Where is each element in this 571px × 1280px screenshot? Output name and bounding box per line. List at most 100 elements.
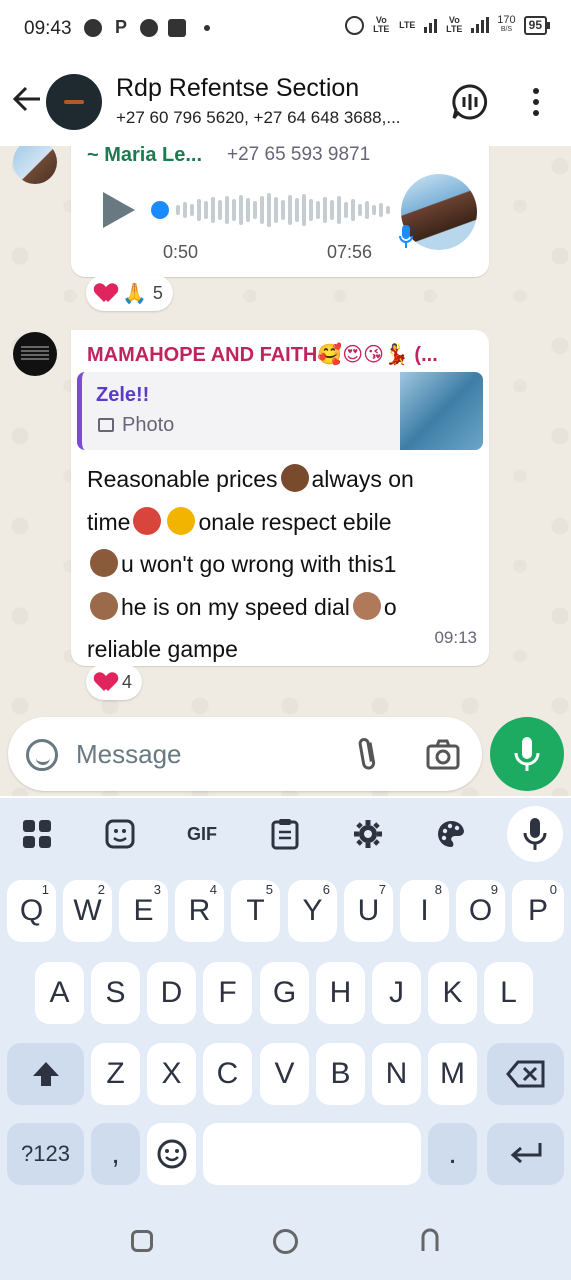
alarm-icon [345, 15, 365, 35]
more-options-icon[interactable] [524, 84, 548, 120]
sender-avatar-maria[interactable] [13, 146, 57, 184]
shift-arrow-icon [32, 1062, 59, 1086]
key-d[interactable]: D [147, 962, 196, 1024]
nav-back-icon[interactable] [419, 1227, 441, 1253]
keyboard: GIF Q1 W2 E3 R4 T5 Y6 U7 I8 O9 P0 A S D … [0, 798, 571, 1203]
key-q[interactable]: Q1 [7, 880, 56, 942]
pray-hands-icon [90, 549, 118, 577]
key-x[interactable]: X [147, 1043, 196, 1105]
chat-area[interactable]: ~ Maria Le... +27 65 593 9871 0:50 07:56… [0, 146, 571, 796]
reactions-badge[interactable]: 4 [86, 664, 143, 700]
camera-icon[interactable] [426, 737, 460, 771]
key-l[interactable]: L [484, 962, 533, 1024]
sticker-emoji-icon[interactable] [26, 739, 58, 771]
chat-title[interactable]: Rdp Refentse Section [116, 74, 359, 103]
clapping-hands-icon [352, 591, 381, 620]
sticker-icon[interactable] [98, 812, 142, 856]
back-arrow-icon[interactable] [10, 82, 44, 116]
clipboard-icon[interactable] [263, 812, 307, 856]
key-z[interactable]: Z [91, 1043, 140, 1105]
shift-key[interactable] [7, 1043, 84, 1105]
key-j[interactable]: J [372, 962, 421, 1024]
enter-key[interactable] [487, 1123, 564, 1185]
sender-avatar-mamahope[interactable] [13, 332, 57, 376]
key-e[interactable]: E3 [119, 880, 168, 942]
quoted-thumbnail [400, 372, 483, 450]
paperclip-icon[interactable] [354, 735, 382, 773]
volte-1-label: Vo LTE [373, 15, 390, 34]
key-s[interactable]: S [91, 962, 140, 1024]
key-n[interactable]: N [372, 1043, 421, 1105]
voice-message-bubble[interactable]: ~ Maria Le... +27 65 593 9871 0:50 07:56 [71, 146, 489, 277]
heart-icon [96, 673, 116, 691]
voice-chat-icon[interactable] [450, 82, 490, 122]
status-time: 09:43 [24, 18, 72, 39]
key-o[interactable]: O9 [456, 880, 505, 942]
emoji-key[interactable] [147, 1123, 196, 1185]
voice-duration: 07:56 [327, 242, 373, 262]
play-icon[interactable] [103, 192, 135, 228]
pray-icon: 🙏 [122, 282, 147, 305]
message-text: Reasonable prices always on time onale res… [87, 458, 479, 671]
chat-participants[interactable]: +27 60 796 5620, +27 64 648 3688,... [116, 108, 434, 128]
text-message-bubble[interactable]: MAMAHOPE AND FAITH🥰😍😘💃 (... Zele!! Photo… [71, 330, 489, 666]
home-icon[interactable] [273, 1229, 298, 1254]
battery-indicator: 95 [523, 15, 551, 35]
mic-badge-icon [399, 225, 413, 248]
key-w[interactable]: W2 [63, 880, 112, 942]
keyboard-mic-icon [523, 818, 547, 850]
text-line: Reasonable prices [87, 466, 278, 492]
status-bar: 09:43 P Vo LTE LTE Vo LTE 170 B/S 95 [0, 0, 571, 58]
comma-key[interactable]: , [91, 1123, 140, 1185]
period-key[interactable]: . [428, 1123, 477, 1185]
voice-waveform[interactable] [151, 188, 390, 232]
key-g[interactable]: G [260, 962, 309, 1024]
smiley-icon [157, 1139, 186, 1169]
reaction-count: 5 [152, 282, 163, 303]
voice-record-button[interactable] [490, 717, 564, 791]
key-t[interactable]: T5 [231, 880, 280, 942]
playback-knob[interactable] [151, 201, 169, 219]
space-key[interactable] [203, 1123, 421, 1185]
key-h[interactable]: H [316, 962, 365, 1024]
message-time: 09:13 [434, 628, 477, 647]
key-a[interactable]: A [35, 962, 84, 1024]
key-u[interactable]: U7 [344, 880, 393, 942]
recents-icon[interactable] [131, 1230, 153, 1252]
settings-gear-icon[interactable] [346, 812, 390, 856]
key-f[interactable]: F [203, 962, 252, 1024]
quoted-author: Zele!! [96, 384, 150, 406]
quoted-message[interactable]: Zele!! Photo [77, 372, 483, 450]
sender-name[interactable]: MAMAHOPE AND FAITH🥰😍😘💃 (... [87, 342, 472, 367]
group-avatar[interactable] [46, 74, 102, 130]
message-input[interactable] [76, 737, 336, 771]
lte-label: LTE [399, 19, 416, 30]
mic-icon [514, 737, 540, 771]
key-v[interactable]: V [260, 1043, 309, 1105]
chat-bubble-icon [84, 18, 102, 37]
p-app-icon: P [114, 17, 127, 37]
text-line: onale respect ebile [198, 508, 392, 535]
key-b[interactable]: B [316, 1043, 365, 1105]
text-line: always on [311, 466, 414, 492]
key-i[interactable]: I8 [400, 880, 449, 942]
sender-name[interactable]: ~ Maria Le... [87, 146, 202, 167]
gif-button[interactable]: GIF [180, 812, 224, 856]
key-y[interactable]: Y6 [288, 880, 337, 942]
palette-icon[interactable] [429, 812, 473, 856]
signal-1-icon [424, 17, 438, 33]
reaction-count: 4 [122, 671, 133, 692]
key-k[interactable]: K [428, 962, 477, 1024]
key-c[interactable]: C [203, 1043, 252, 1105]
key-p[interactable]: P0 [512, 880, 564, 942]
apps-grid-icon[interactable] [15, 812, 59, 856]
keyboard-toolbar: GIF [0, 798, 571, 870]
chat-header: Rdp Refentse Section +27 60 796 5620, +2… [0, 58, 571, 146]
backspace-key[interactable] [487, 1043, 564, 1105]
raised-hands-icon [90, 591, 118, 620]
reactions-badge[interactable]: 🙏 5 [86, 275, 173, 311]
key-m[interactable]: M [428, 1043, 477, 1105]
key-r[interactable]: R4 [175, 880, 224, 942]
symbols-key[interactable]: ?123 [7, 1123, 84, 1185]
keyboard-voice-input-button[interactable] [507, 806, 563, 862]
